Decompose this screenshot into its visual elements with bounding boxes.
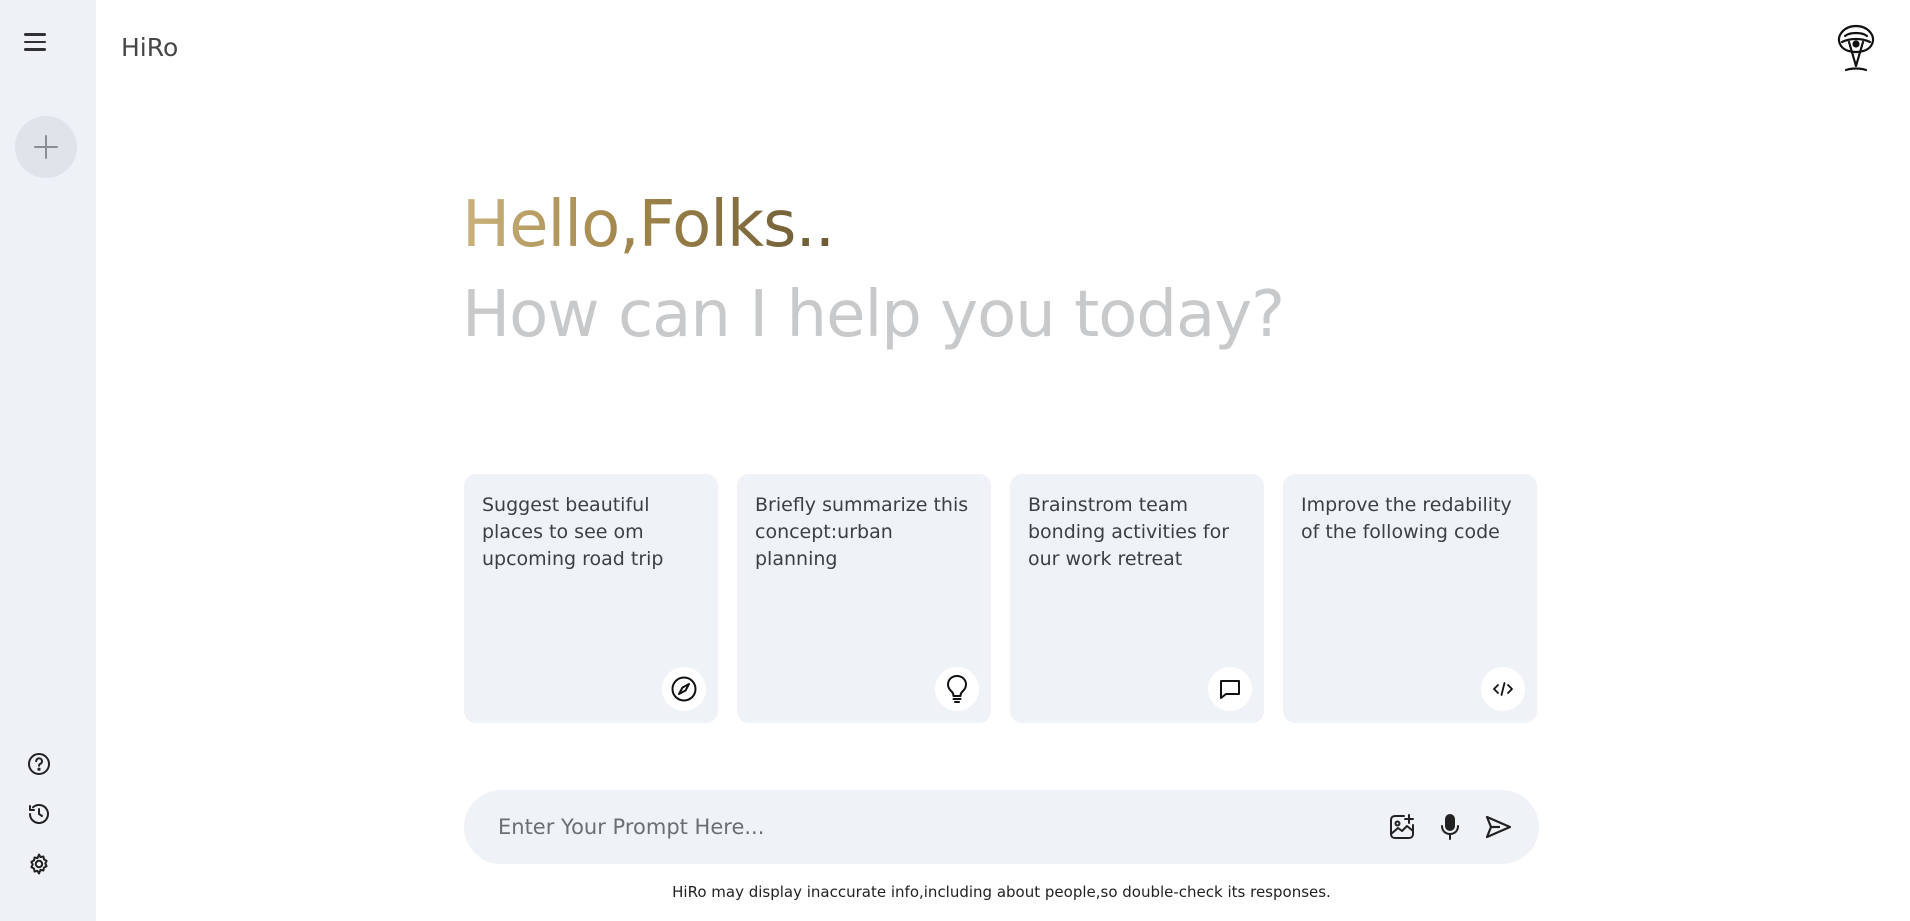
plus-icon (34, 135, 58, 159)
card-text: Brainstrom team bonding activities for o… (1028, 494, 1230, 570)
new-chat-button[interactable] (15, 116, 77, 178)
suggestion-card-road-trip[interactable]: Suggest beautiful places to see om upcom… (464, 474, 718, 723)
suggestion-card-code-readability[interactable]: Improve the redability of the following … (1283, 474, 1537, 723)
menu-icon[interactable] (24, 28, 54, 56)
card-text: Suggest beautiful places to see om upcom… (482, 494, 664, 570)
prompt-bar (464, 790, 1539, 864)
card-text: Improve the redability of the following … (1301, 494, 1512, 543)
disclaimer-text: HiRo may display inaccurate info,includi… (672, 883, 1331, 901)
card-text: Briefly summarize this concept:urban pla… (755, 494, 969, 570)
greeting-hello: Hello,Folks.. (462, 188, 835, 262)
add-image-icon[interactable] (1384, 809, 1420, 845)
history-icon[interactable] (24, 799, 54, 829)
message-icon (1208, 667, 1252, 711)
app-title: HiRo (121, 33, 179, 62)
logo-icon (1837, 24, 1875, 72)
microphone-icon[interactable] (1432, 809, 1468, 845)
send-icon[interactable] (1480, 809, 1516, 845)
sidebar (0, 0, 96, 921)
settings-icon[interactable] (24, 849, 54, 879)
avatar[interactable] (1832, 22, 1880, 74)
help-icon[interactable] (24, 749, 54, 779)
prompt-input[interactable] (498, 808, 1298, 846)
greeting-subtitle: How can I help you today? (462, 278, 1285, 352)
greeting-title: Hello,Folks.. (462, 188, 835, 262)
suggestion-card-urban-planning[interactable]: Briefly summarize this concept:urban pla… (737, 474, 991, 723)
suggestion-cards: Suggest beautiful places to see om upcom… (464, 474, 1537, 723)
code-icon (1481, 667, 1525, 711)
suggestion-card-team-bonding[interactable]: Brainstrom team bonding activities for o… (1010, 474, 1264, 723)
lightbulb-icon (935, 667, 979, 711)
compass-icon (662, 667, 706, 711)
